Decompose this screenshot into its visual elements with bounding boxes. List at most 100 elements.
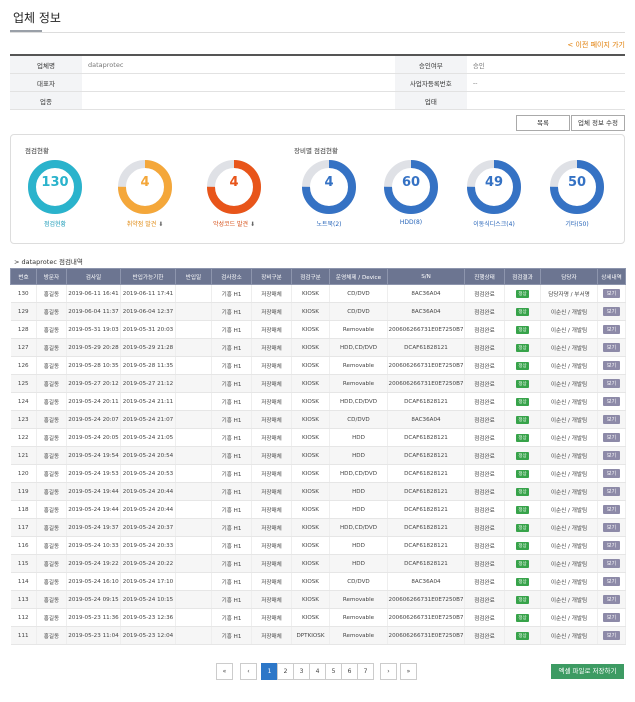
table-row[interactable]: 113 홍길동 2019-05-24 09:15 2019-05-24 10:15 기흥… [10, 590, 626, 609]
result-badge: 정상 [516, 451, 529, 460]
view-detail-button[interactable]: 보기 [602, 631, 621, 640]
view-detail-button[interactable]: 보기 [602, 487, 621, 496]
table-cell: Removable [329, 590, 388, 609]
device-status-title: 장비별 점검현황 [294, 147, 338, 155]
table-cell: 저장매체 [251, 338, 292, 357]
donut-value: 4 [324, 175, 334, 190]
export-excel-button[interactable]: 엑셀 파일로 저장하기 [551, 664, 624, 679]
table-cell: 113 [10, 590, 37, 609]
next-page-button[interactable]: › [380, 663, 397, 680]
stat-donut: 130 점검현황 [27, 159, 83, 228]
donut-value: 60 [401, 175, 421, 190]
table-row[interactable]: 123 홍길동 2019-05-24 20:07 2019-05-24 21:07 기흥… [10, 410, 626, 429]
view-detail-button[interactable]: 보기 [602, 541, 621, 550]
table-row[interactable]: 117 홍길동 2019-05-24 19:37 2019-05-24 20:37 기흥… [10, 518, 626, 537]
view-detail-button[interactable]: 보기 [602, 325, 621, 334]
prev-page-button[interactable]: ‹ [240, 663, 257, 680]
stat-donut: 4 취약점 발견 ⬇ [117, 159, 173, 228]
table-cell: Removable [329, 320, 388, 339]
table-row[interactable]: 128 홍길동 2019-05-31 19:03 2019-05-31 20:03 기흥… [10, 320, 626, 339]
last-page-button[interactable]: » [400, 663, 417, 680]
table-cell: 저장매체 [251, 428, 292, 447]
table-cell [175, 392, 212, 411]
table-cell: 이순신 / 개발팀 [540, 410, 598, 429]
info-label: 사업자등록번호 [394, 73, 467, 92]
table-row[interactable]: 130 홍길동 2019-06-11 16:41 2019-06-11 17:41 기흥… [10, 284, 626, 303]
view-detail-button[interactable]: 보기 [602, 343, 621, 352]
history-title: > dataprotec 점검내역 [14, 258, 83, 266]
view-detail-button[interactable]: 보기 [602, 415, 621, 424]
table-cell: 점검완료 [464, 464, 505, 483]
view-detail-button[interactable]: 보기 [602, 559, 621, 568]
table-row[interactable]: 127 홍길동 2019-05-29 20:28 2019-05-29 21:28 기흥… [10, 338, 626, 357]
table-cell [175, 590, 212, 609]
view-detail-button[interactable]: 보기 [602, 433, 621, 442]
table-row[interactable]: 121 홍길동 2019-05-24 19:54 2019-05-24 20:54 기흥… [10, 446, 626, 465]
table-cell: KIOSK [291, 374, 330, 393]
table-row[interactable]: 119 홍길동 2019-05-24 19:44 2019-05-24 20:44 기흥… [10, 482, 626, 501]
table-row[interactable]: 125 홍길동 2019-05-27 20:12 2019-05-27 21:12 기흥… [10, 374, 626, 393]
download-icon[interactable]: ⬇ [248, 221, 255, 228]
view-detail-button[interactable]: 보기 [602, 595, 621, 604]
page-button[interactable]: 7 [357, 663, 374, 680]
detail-cell: 보기 [597, 590, 626, 609]
table-row[interactable]: 116 홍길동 2019-05-24 10:33 2019-05-24 20:33 기흥… [10, 536, 626, 555]
table-cell: 기흥 H1 [211, 554, 252, 573]
table-cell [175, 626, 212, 645]
result-badge: 정상 [516, 559, 529, 568]
table-row[interactable]: 118 홍길동 2019-05-24 19:44 2019-05-24 20:44 기흥… [10, 500, 626, 519]
info-value: dataprotec [82, 54, 395, 74]
page-button[interactable]: 4 [309, 663, 326, 680]
column-header: 방문자 [36, 268, 67, 285]
table-cell: KIOSK [291, 320, 330, 339]
table-row[interactable]: 111 홍길동 2019-05-23 11:04 2019-05-23 12:04 기흥… [10, 626, 626, 645]
first-page-button[interactable]: « [216, 663, 233, 680]
result-badge: 정상 [516, 379, 529, 388]
table-cell: 2019-05-24 19:44 [66, 482, 121, 501]
table-row[interactable]: 122 홍길동 2019-05-24 20:05 2019-05-24 21:05 기흥… [10, 428, 626, 447]
page-button[interactable]: 3 [293, 663, 310, 680]
table-cell: 116 [10, 536, 37, 555]
table-row[interactable]: 124 홍길동 2019-05-24 20:11 2019-05-24 21:11 기흥… [10, 392, 626, 411]
table-cell: DCAF61828121 [387, 536, 465, 555]
table-cell: Removable [329, 356, 388, 375]
page-button[interactable]: 6 [341, 663, 358, 680]
table-row[interactable]: 112 홍길동 2019-05-23 11:36 2019-05-23 12:36 기흥… [10, 608, 626, 627]
view-detail-button[interactable]: 보기 [602, 505, 621, 514]
download-icon[interactable]: ⬇ [156, 221, 163, 228]
table-cell: DCAF61828121 [387, 392, 465, 411]
view-detail-button[interactable]: 보기 [602, 361, 621, 370]
table-cell: HDD,CD/DVD [329, 518, 388, 537]
view-detail-button[interactable]: 보기 [602, 577, 621, 586]
table-row[interactable]: 120 홍길동 2019-05-24 19:53 2019-05-24 20:53 기흥… [10, 464, 626, 483]
view-detail-button[interactable]: 보기 [602, 397, 621, 406]
back-link[interactable]: < 이전 페이지 가기 [567, 40, 625, 50]
page-button[interactable]: 2 [277, 663, 294, 680]
result-cell: 정상 [504, 572, 541, 591]
info-value [82, 73, 395, 92]
table-cell: 이순신 / 개발팀 [540, 608, 598, 627]
table-row[interactable]: 126 홍길동 2019-05-28 10:35 2019-05-28 11:35 기흥… [10, 356, 626, 375]
view-detail-button[interactable]: 보기 [602, 379, 621, 388]
view-detail-button[interactable]: 보기 [602, 469, 621, 478]
result-badge: 정상 [516, 343, 529, 352]
view-detail-button[interactable]: 보기 [602, 451, 621, 460]
donut-label: HDD(8) [383, 219, 439, 226]
result-badge: 정상 [516, 613, 529, 622]
table-row[interactable]: 129 홍길동 2019-06-04 11:37 2019-06-04 12:37 기흥… [10, 302, 626, 321]
table-cell: 2019-05-24 20:05 [66, 428, 121, 447]
table-cell: 점검완료 [464, 338, 505, 357]
view-detail-button[interactable]: 보기 [602, 307, 621, 316]
view-detail-button[interactable]: 보기 [602, 289, 621, 298]
result-cell: 정상 [504, 374, 541, 393]
table-cell: 2019-05-24 21:05 [120, 428, 176, 447]
table-row[interactable]: 115 홍길동 2019-05-24 19:22 2019-05-24 20:22 기흥… [10, 554, 626, 573]
table-cell: CD/DVD [329, 410, 388, 429]
page-button[interactable]: 5 [325, 663, 342, 680]
table-row[interactable]: 114 홍길동 2019-05-24 16:10 2019-05-24 17:10 기흥… [10, 572, 626, 591]
view-detail-button[interactable]: 보기 [602, 613, 621, 622]
edit-company-button[interactable]: 업체 정보 수정 [571, 115, 625, 131]
list-button[interactable]: 목록 [516, 115, 570, 131]
page-button[interactable]: 1 [261, 663, 278, 680]
view-detail-button[interactable]: 보기 [602, 523, 621, 532]
